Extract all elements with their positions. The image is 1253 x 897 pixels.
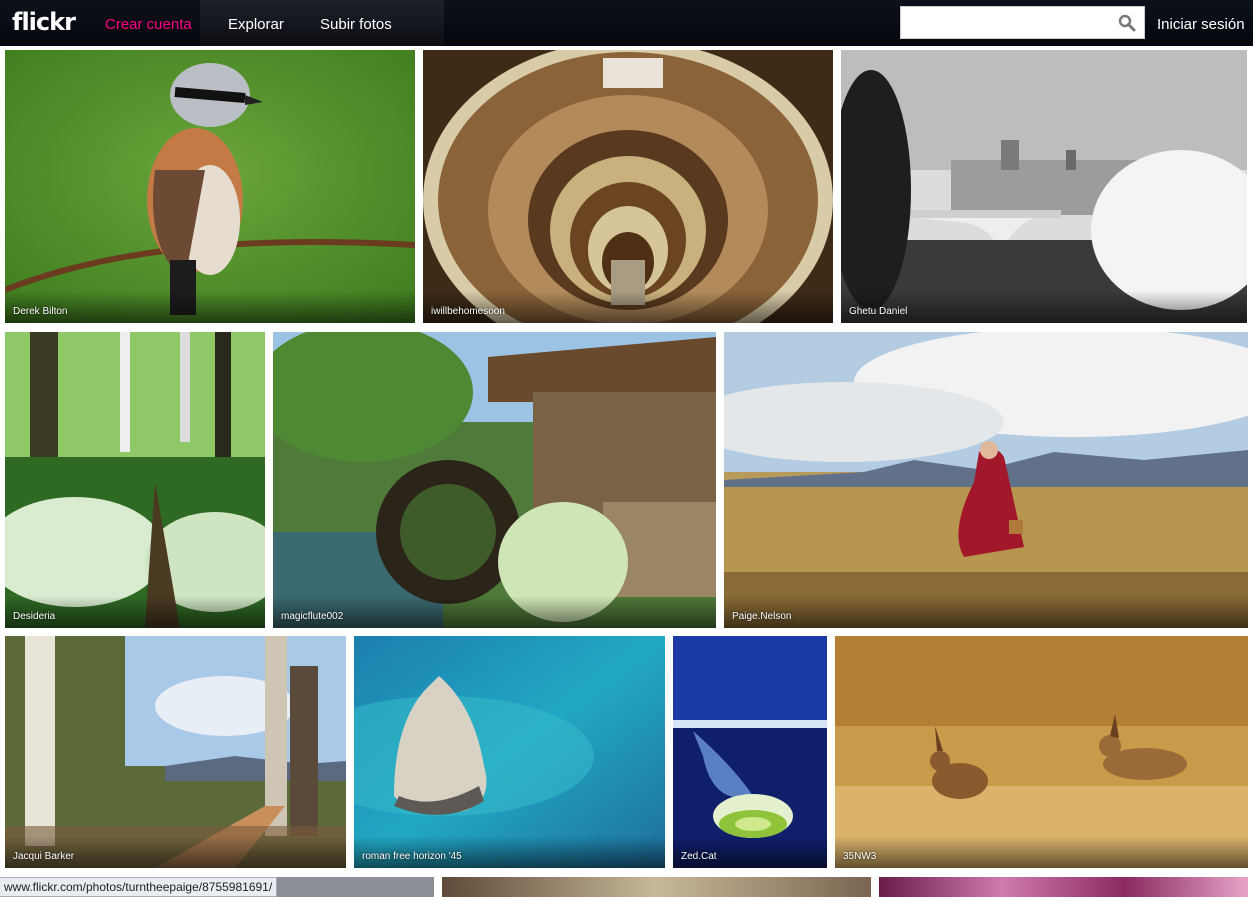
photo-tile[interactable] bbox=[442, 877, 871, 897]
photo-author[interactable]: iwillbehomesoon bbox=[431, 306, 505, 317]
photo-tile[interactable]: iwillbehomesoon bbox=[423, 50, 833, 323]
search-box bbox=[900, 6, 1145, 39]
search-icon[interactable] bbox=[1118, 14, 1136, 32]
photo-author[interactable]: Desideria bbox=[13, 611, 55, 622]
photo-author[interactable]: Ghetu Daniel bbox=[849, 306, 907, 317]
photo-tile[interactable]: Zed.Cat bbox=[673, 636, 827, 868]
leek-splash-photo bbox=[673, 636, 827, 868]
woman-in-field-photo bbox=[724, 332, 1248, 628]
explore-link[interactable]: Explorar bbox=[228, 16, 284, 33]
flickr-logo[interactable]: flickr bbox=[12, 8, 76, 36]
photo-tile[interactable]: Derek Bilton bbox=[5, 50, 415, 323]
search-input[interactable] bbox=[901, 7, 1111, 38]
photo-tile[interactable]: Paige.Nelson bbox=[724, 332, 1248, 628]
photo-tile[interactable]: roman free horizon '45 bbox=[354, 636, 665, 868]
photo-author[interactable]: 35NW3 bbox=[843, 851, 876, 862]
caption-shade bbox=[724, 596, 1248, 628]
caption-shade bbox=[835, 836, 1248, 868]
photo-author[interactable]: Derek Bilton bbox=[13, 306, 67, 317]
sign-in-link[interactable]: Iniciar sesión bbox=[1157, 16, 1245, 33]
hares-photo bbox=[835, 636, 1248, 868]
staircase-photo bbox=[423, 50, 833, 323]
castle-bridge-photo bbox=[841, 50, 1247, 323]
sea-rock-photo bbox=[354, 636, 665, 868]
photo-tile[interactable]: Jacqui Barker bbox=[5, 636, 346, 868]
photo-author[interactable]: magicflute002 bbox=[281, 611, 343, 622]
browser-status-url: www.flickr.com/photos/turntheepaige/8755… bbox=[0, 877, 278, 897]
upload-photos-link[interactable]: Subir fotos bbox=[320, 16, 392, 33]
photo-author[interactable]: Jacqui Barker bbox=[13, 851, 74, 862]
photo-author[interactable]: Paige.Nelson bbox=[732, 611, 791, 622]
photo-tile[interactable]: Desideria bbox=[5, 332, 265, 628]
photo-tile[interactable]: magicflute002 bbox=[273, 332, 716, 628]
photo-author[interactable]: Zed.Cat bbox=[681, 851, 717, 862]
eucalyptus-photo bbox=[5, 636, 346, 868]
forest-photo bbox=[5, 332, 265, 628]
photo-tile[interactable]: 35NW3 bbox=[835, 636, 1248, 868]
photo-tile[interactable]: Ghetu Daniel bbox=[841, 50, 1247, 323]
top-navigation-bar: flickr Crear cuenta Explorar Subir fotos… bbox=[0, 0, 1253, 46]
photo-author[interactable]: roman free horizon '45 bbox=[362, 851, 462, 862]
photo-tile[interactable] bbox=[879, 877, 1248, 897]
create-account-link[interactable]: Crear cuenta bbox=[105, 16, 192, 33]
water-wheel-photo bbox=[273, 332, 716, 628]
bird-photo bbox=[5, 50, 415, 323]
